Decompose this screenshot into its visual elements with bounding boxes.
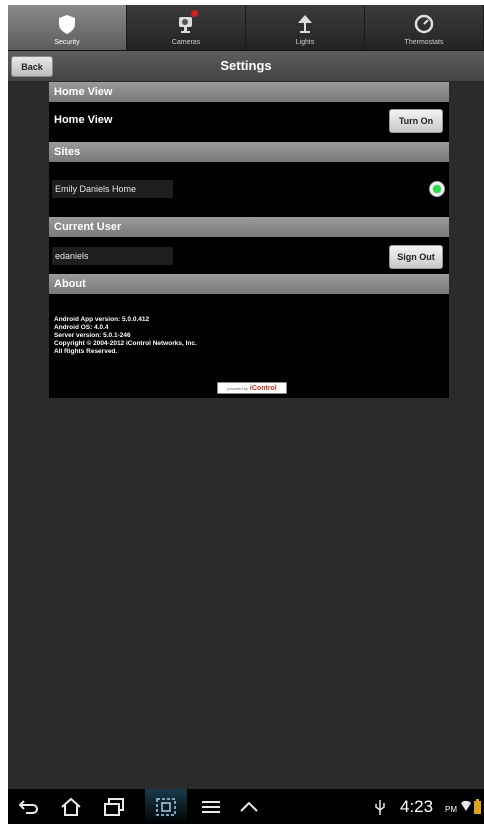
status-clock: 4:23 [400,797,434,816]
system-nav-bar: 4:23 PM [8,789,484,824]
sign-out-button[interactable]: Sign Out [389,245,443,269]
tab-cameras[interactable]: Cameras [127,5,246,50]
logo-powered-by: powered by [227,385,248,391]
thermostat-icon [414,14,434,34]
about-line: Copyright © 2004-2012 iControl Networks,… [54,340,197,347]
title-bar: Back Settings [8,51,484,81]
tab-label: Lights [295,39,315,46]
section-header-home-view: Home View [49,82,449,102]
battery-icon [474,799,481,814]
recent-apps-icon[interactable] [103,797,125,817]
shield-icon [59,15,75,34]
home-nav-icon[interactable] [60,797,82,817]
alert-badge [191,10,198,17]
section-header-sites: Sites [49,142,449,162]
tab-label: Security [54,39,80,46]
tab-security[interactable]: Security [8,5,127,50]
settings-panel: Home View Home View Turn On Sites Emily … [49,82,449,398]
lamp-icon [298,15,312,33]
about-line: Server version: 5.0.1-246 [54,332,131,339]
about-line: Android OS: 4.0.4 [54,324,109,331]
screenshot-icon[interactable] [155,797,177,817]
tab-label: Thermostats [404,39,444,46]
section-header-about: About [49,274,449,294]
username-field: edaniels [52,247,173,265]
top-tab-bar: Security Cameras Lights Thermostats [8,5,484,51]
section-header-current-user: Current User [49,217,449,237]
about-line: Android App version: 5.0.0.412 [54,316,150,323]
usb-icon [375,800,385,815]
logo-text: iControl [249,384,277,392]
tab-thermostats[interactable]: Thermostats [365,5,484,50]
site-selected-radio[interactable] [429,181,445,197]
site-name[interactable]: Emily Daniels Home [52,180,173,198]
turn-on-button[interactable]: Turn On [389,109,443,133]
about-text: Android App version: 5.0.0.412 Android O… [54,316,197,356]
status-ampm: PM [445,805,457,814]
icontrol-logo: powered by iControl [217,382,287,394]
wifi-icon [461,800,471,811]
back-nav-icon[interactable] [18,797,40,817]
tab-label: Cameras [171,39,201,46]
tab-lights[interactable]: Lights [246,5,365,50]
about-line: All Rights Reserved. [54,348,118,355]
home-view-label: Home View [54,114,113,126]
camera-icon-wrap [175,10,198,35]
page-title: Settings [220,58,272,73]
chevron-up-icon[interactable] [238,797,260,817]
tablet-screen: Security Cameras Lights Thermostats Back… [8,5,484,824]
menu-icon[interactable] [200,797,222,817]
